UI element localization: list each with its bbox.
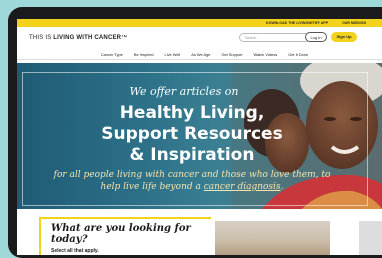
content-section: What are you looking for today? Select a… xyxy=(17,209,382,255)
nav-item-live-well[interactable]: Live Well xyxy=(165,52,181,57)
our-mission-link[interactable]: OUR MISSION xyxy=(342,21,366,25)
nav-item-be-inspired[interactable]: Be Inspired xyxy=(134,52,154,57)
download-app-link[interactable]: DOWNLOAD THE LIVINGWITH® APP xyxy=(266,21,328,25)
hero-subtitle-end: . xyxy=(280,182,284,192)
hero-intro: We offer articles on xyxy=(129,85,239,98)
hero-subtitle-text: for all people living with cancer and th… xyxy=(53,170,331,192)
nav-item-get-it-done[interactable]: Get It Done xyxy=(288,52,308,57)
logo-brand: LIVING WITH CANCER xyxy=(53,35,122,41)
signup-button[interactable]: Sign Up xyxy=(331,32,357,42)
utility-bar: DOWNLOAD THE LIVINGWITH® APP OUR MISSION xyxy=(17,19,382,27)
login-button[interactable]: Log In xyxy=(305,32,327,42)
logo-trademark: ™ xyxy=(121,35,128,41)
site-header: THIS IS LIVING WITH CANCER™ Search Log I… xyxy=(17,27,382,49)
main-nav: Cancer Type Be Inspired Live Well As We … xyxy=(17,49,382,60)
hero-title-line-1: Healthy Living, xyxy=(119,103,265,123)
topic-thumbnail-image-2[interactable] xyxy=(359,221,382,255)
hero-title-line-2: Support Resources xyxy=(101,124,283,144)
nav-item-cancer-type[interactable]: Cancer Type xyxy=(101,52,123,57)
hero-title: Healthy Living, Support Resources & Insp… xyxy=(47,103,337,166)
logo-prefix: THIS IS xyxy=(29,35,54,41)
nav-item-watch-videos[interactable]: Watch Videos xyxy=(253,52,277,57)
section-instruction: Select all that apply. xyxy=(51,248,99,254)
hero-title-line-3: & Inspiration xyxy=(129,145,255,165)
topic-thumbnail-image[interactable] xyxy=(215,221,330,255)
cancer-diagnosis-link[interactable]: cancer diagnosis xyxy=(204,182,281,192)
question-box: What are you looking for today? Select a… xyxy=(39,217,211,255)
browser-screen: DOWNLOAD THE LIVINGWITH® APP OUR MISSION… xyxy=(17,19,382,255)
section-question: What are you looking for today? xyxy=(51,223,191,245)
nav-item-get-support[interactable]: Get Support xyxy=(221,52,242,57)
nav-item-as-we-age[interactable]: As We Age xyxy=(191,52,210,57)
site-logo[interactable]: THIS IS LIVING WITH CANCER™ xyxy=(29,35,127,41)
search-input[interactable]: Search xyxy=(239,33,311,42)
hero-banner: We offer articles on Healthy Living, Sup… xyxy=(17,63,382,209)
hero-subtitle: for all people living with cancer and th… xyxy=(47,169,337,193)
